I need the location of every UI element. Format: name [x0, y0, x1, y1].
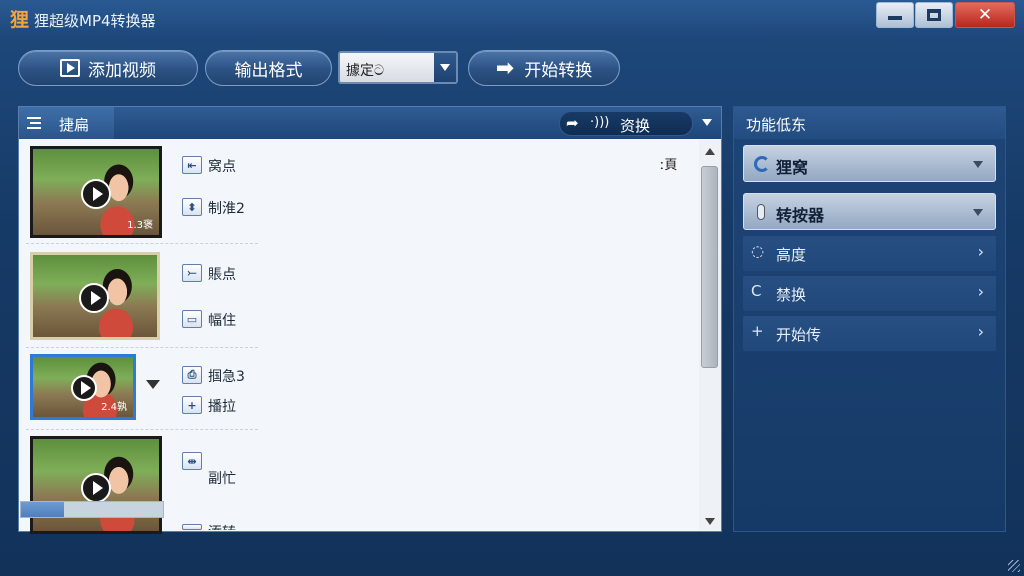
dropdown-label: 狸窝: [776, 158, 809, 177]
add-icon[interactable]: +: [182, 396, 202, 414]
app-logo-icon: 狸: [10, 9, 30, 31]
convert-pill-label: 资换: [620, 117, 651, 135]
settings-icon[interactable]: ▭: [182, 310, 202, 328]
clip-icon[interactable]: ⇤: [182, 156, 202, 174]
list-item[interactable]: 2.4孰 ⎙ 掴急3 + 播拉: [26, 348, 258, 430]
list-item[interactable]: ⤚ 賬点 ▭ 幅住: [26, 244, 258, 348]
video-thumbnail[interactable]: 1.3褒: [30, 146, 162, 238]
timer-icon: ◌: [751, 242, 765, 260]
start-convert-label: 开始转换: [524, 60, 593, 81]
function-dropdown-liwo[interactable]: 狸窝: [743, 145, 996, 182]
convert-pill[interactable]: ➦ ·))) 资换: [559, 111, 693, 136]
chevron-down-icon: [440, 64, 450, 71]
maximize-icon: [927, 9, 941, 21]
function-item-height[interactable]: ◌ 高度 ›: [743, 236, 996, 271]
c-icon: C: [751, 282, 762, 300]
format-select[interactable]: 據定ට: [338, 51, 458, 84]
video-thumbnail[interactable]: [30, 436, 162, 534]
play-icon[interactable]: [81, 179, 111, 209]
add-video-label: 添加视频: [88, 60, 156, 81]
output-format-label: 输出格式: [234, 60, 303, 81]
item-label: 制淮2: [208, 201, 245, 217]
list-header-dropdown-icon[interactable]: [702, 119, 712, 126]
item-label: 播拉: [208, 399, 236, 415]
item-label: 添转: [208, 522, 236, 530]
microphone-icon: [757, 204, 765, 220]
sound-icon: ·))): [590, 115, 610, 130]
duration-badge: 1.3褒: [127, 220, 153, 231]
chevron-right-icon: ›: [977, 242, 984, 261]
chevron-right-icon: ›: [977, 322, 984, 341]
item-label: 幅住: [208, 313, 236, 329]
function-panel-title: 功能低东: [746, 116, 807, 134]
output-format-button[interactable]: 输出格式: [205, 50, 332, 86]
page-label: ː頁: [660, 158, 678, 173]
function-item-start-transfer[interactable]: + 开始传 ›: [743, 316, 996, 351]
list-scrollbar[interactable]: [699, 140, 721, 530]
share-icon: ➦: [566, 114, 579, 132]
title-bar: 狸 狸超级MP4转换器 ✕: [0, 0, 1024, 40]
trim-icon[interactable]: ⤚: [182, 264, 202, 282]
list-icon: [27, 117, 41, 129]
item-label: 窝点: [208, 159, 236, 175]
refresh-icon: [754, 156, 770, 172]
function-item-label: 禁换: [776, 286, 807, 304]
play-icon[interactable]: [81, 473, 111, 503]
tab-list[interactable]: 捷扁: [19, 107, 114, 139]
add-video-button[interactable]: 添加视频: [18, 50, 198, 86]
window-title: 狸超级MP4转换器: [34, 12, 156, 30]
scroll-down-icon[interactable]: [705, 518, 715, 525]
chevron-right-icon: ›: [977, 282, 984, 301]
progress-fill: [21, 502, 64, 517]
play-icon[interactable]: [71, 375, 97, 401]
chevron-down-icon: [973, 209, 983, 216]
conversion-progress-bar: [20, 501, 164, 518]
close-icon: ✕: [977, 4, 993, 25]
arrow-right-icon: ➡: [495, 55, 515, 81]
item-label: 掴急3: [208, 369, 245, 385]
scroll-thumb[interactable]: [701, 166, 718, 368]
play-icon[interactable]: [79, 283, 109, 313]
play-icon: [60, 59, 80, 77]
chevron-down-icon: [973, 161, 983, 168]
duration-badge: 2.4孰: [101, 402, 127, 413]
function-item-label: 高度: [776, 246, 807, 264]
close-button[interactable]: ✕: [955, 2, 1015, 28]
row-expand-icon[interactable]: [146, 380, 160, 389]
function-panel-header: 功能低东: [734, 107, 1005, 139]
maximize-button[interactable]: [915, 2, 953, 28]
dropdown-label: 转按器: [776, 206, 825, 225]
resize-grip[interactable]: [1008, 560, 1020, 572]
function-dropdown-converter[interactable]: 转按器: [743, 193, 996, 230]
format-dropdown-button[interactable]: [434, 53, 456, 82]
start-convert-button[interactable]: ➡ 开始转换: [468, 50, 620, 86]
video-thumbnail[interactable]: [30, 252, 160, 340]
split-icon[interactable]: ⇹: [182, 452, 202, 470]
download-icon[interactable]: ⬍: [182, 198, 202, 216]
video-thumbnail[interactable]: 2.4孰: [30, 354, 136, 420]
scroll-up-icon[interactable]: [705, 148, 715, 155]
add-icon[interactable]: [182, 524, 202, 530]
tab-list-label: 捷扁: [59, 116, 90, 134]
minimize-button[interactable]: [876, 2, 914, 28]
list-panel-header: 捷扁 ➦ ·))) 资换: [19, 107, 721, 139]
item-label: 賬点: [208, 267, 236, 283]
function-item-label: 开始传: [776, 326, 822, 344]
minimize-icon: [888, 16, 902, 20]
function-item-convert[interactable]: C 禁换 ›: [743, 276, 996, 311]
function-panel: 功能低东 狸窝 转按器 ◌ 高度 › C 禁换 › + 开始传 ›: [733, 106, 1006, 532]
print-icon[interactable]: ⎙: [182, 366, 202, 384]
item-label: 副忙: [208, 471, 236, 487]
list-item[interactable]: 1.3褒 ⇤ 窝点 ⬍ 制淮2: [26, 140, 258, 244]
format-select-value: 據定ට: [346, 63, 385, 79]
plus-icon: +: [751, 322, 764, 340]
